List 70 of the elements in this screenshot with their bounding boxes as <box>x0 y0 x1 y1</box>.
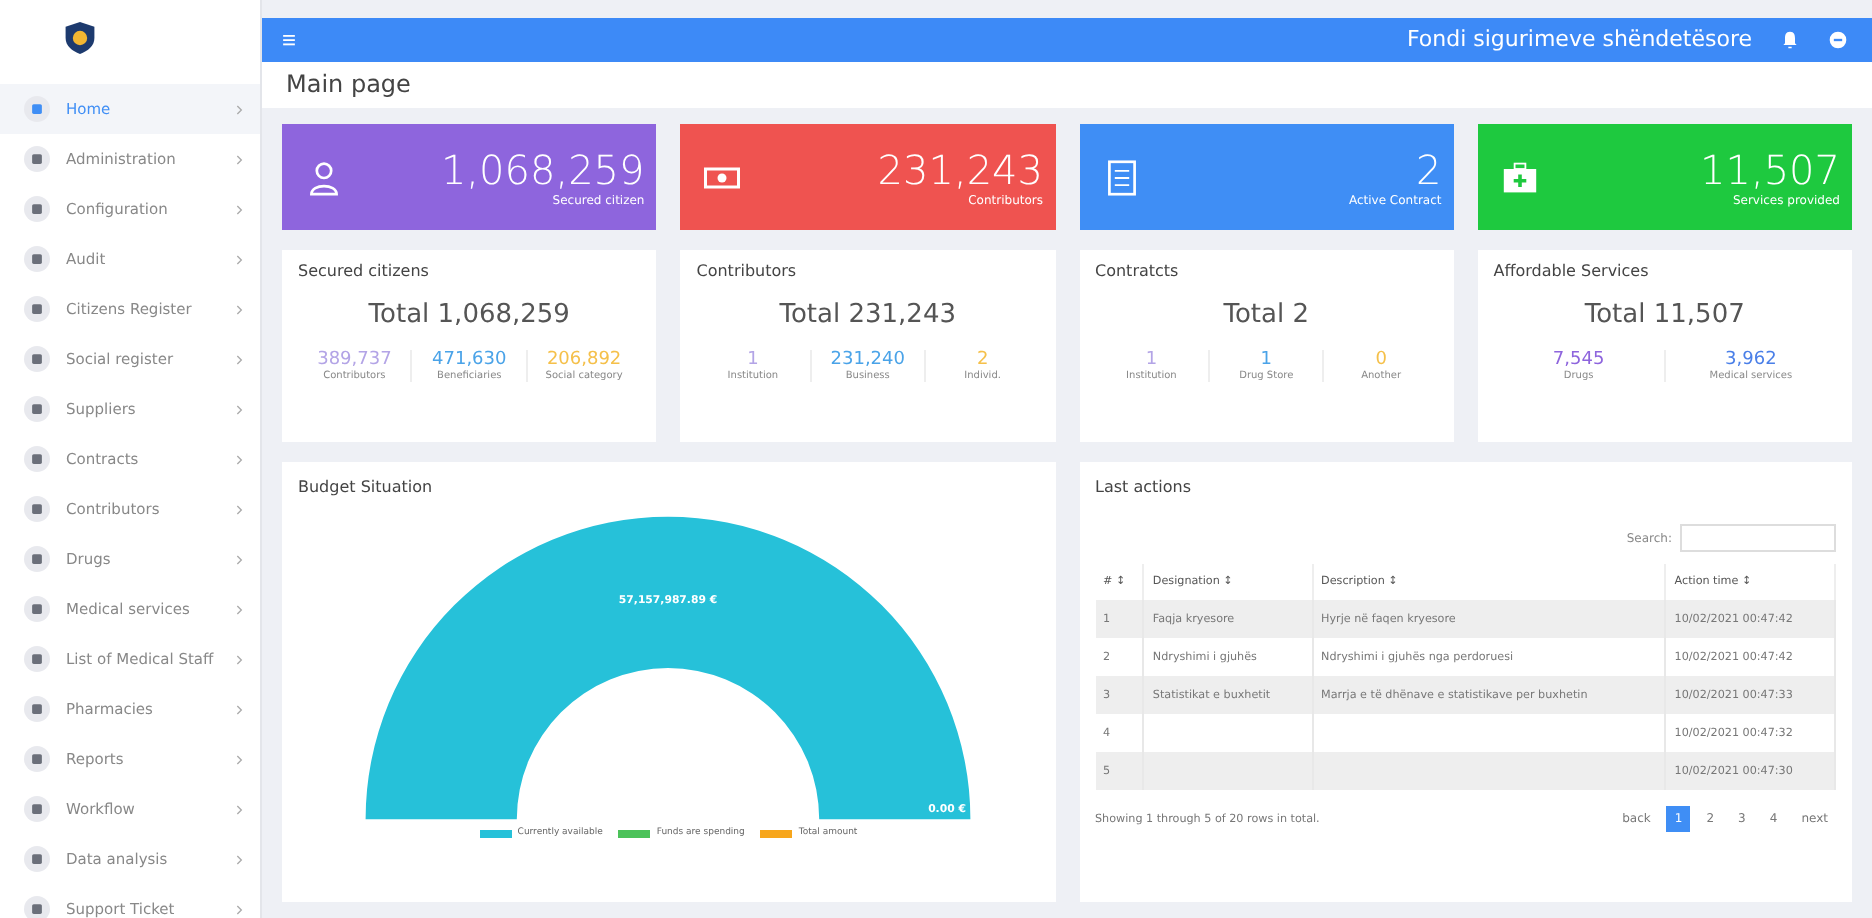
stat-value: 1 <box>747 350 759 370</box>
circle-icon <box>24 746 50 772</box>
stat-value: 231,240 <box>830 350 905 370</box>
chevron-icon <box>236 553 244 565</box>
chevron-icon <box>236 103 244 115</box>
legend-swatch <box>760 829 793 837</box>
circle-icon <box>24 396 50 422</box>
circle-icon <box>24 696 50 722</box>
chevron-icon <box>236 603 244 615</box>
chevron-icon <box>236 403 244 415</box>
circle-icon <box>24 596 50 622</box>
chevron-icon <box>236 303 244 315</box>
panel-title: Budget Situation <box>298 478 435 496</box>
card-title: Contratcts <box>1095 262 1181 280</box>
chevron-icon <box>236 203 244 215</box>
circle-icon <box>24 846 50 872</box>
legend-swatch <box>479 829 512 837</box>
circle-icon <box>24 496 50 522</box>
legend-swatch <box>618 829 651 837</box>
person-icon <box>306 159 342 195</box>
bell-icon[interactable] <box>1780 29 1800 50</box>
stat-value: 0 <box>1375 350 1387 370</box>
page-title: Main page <box>286 70 411 99</box>
chevron-icon <box>236 153 244 165</box>
chevron-icon <box>236 353 244 365</box>
chevron-icon <box>236 703 244 715</box>
circle-icon <box>24 146 50 172</box>
app-title: Fondi sigurimeve shëndetësore <box>1406 26 1752 53</box>
chevron-icon <box>236 903 244 915</box>
stat-value: 2 <box>976 350 989 370</box>
total-value: Total 231,243 <box>777 300 958 330</box>
chevron-icon <box>236 453 244 465</box>
circle-icon <box>24 246 50 272</box>
summary-value: 1,068,259 <box>440 146 645 194</box>
stat-value: 389,737 <box>317 350 392 370</box>
document-icon <box>1103 159 1139 195</box>
circle-icon <box>24 546 50 572</box>
total-value: Total 11,507 <box>1582 300 1747 330</box>
stat-value: 1 <box>1145 350 1158 370</box>
summary-value: 2 <box>1416 146 1442 194</box>
card-title: Affordable Services <box>1493 262 1651 280</box>
circle-icon <box>24 346 50 372</box>
circle-icon <box>24 446 50 472</box>
summary-value: 11,507 <box>1700 146 1840 194</box>
chevron-icon <box>236 503 244 515</box>
card-title: Secured citizens <box>298 262 431 280</box>
circle-icon <box>24 796 50 822</box>
stat-value: 7,545 <box>1552 350 1605 370</box>
card-title: Contributors <box>696 262 799 280</box>
circle-icon <box>24 646 50 672</box>
summary-value: 231,243 <box>877 146 1043 194</box>
chevron-icon <box>236 253 244 265</box>
menu-button[interactable]: ≡ <box>282 25 297 54</box>
stat-value: 206,892 <box>546 350 622 370</box>
chevron-icon <box>236 853 244 865</box>
panel-title: Last actions <box>1095 478 1193 496</box>
total-value: Total 2 <box>1221 300 1311 330</box>
chevron-icon <box>236 653 244 665</box>
total-value: Total 1,068,259 <box>366 300 572 330</box>
circle-icon <box>24 196 50 222</box>
circle-icon <box>24 96 50 122</box>
stat-value: 471,630 <box>432 350 507 370</box>
stat-value: 3,962 <box>1725 350 1777 370</box>
chevron-icon <box>236 753 244 765</box>
shield-logo-icon <box>64 20 96 56</box>
search-field[interactable] <box>1680 524 1836 552</box>
circle-icon <box>24 296 50 322</box>
stat-value: 1 <box>1260 350 1272 370</box>
chevron-icon <box>236 803 244 815</box>
medical-kit-icon <box>1501 159 1538 195</box>
